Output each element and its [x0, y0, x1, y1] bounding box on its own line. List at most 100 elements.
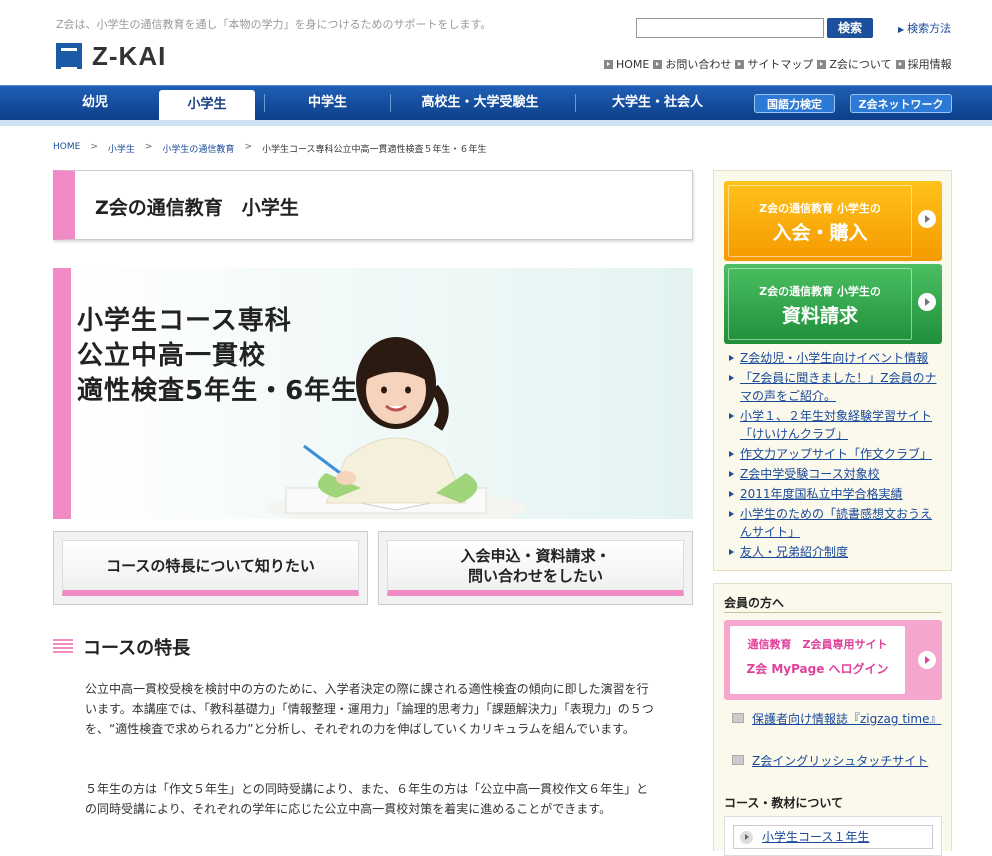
breadcrumb-separator: >: [144, 142, 153, 152]
hero-line-2: 公立中高一貫校: [77, 341, 267, 371]
sidebar-link[interactable]: Z会幼児・小学生向けイベント情報: [728, 349, 943, 367]
util-link-about[interactable]: Z会について: [817, 56, 892, 72]
document-icon: [732, 713, 744, 723]
arrow-circle-icon: [918, 651, 936, 669]
striped-marker-icon: [53, 639, 73, 655]
site-header: Z会は、小学生の通信教育を通し「本物の学力」を身につけるためのサポートをします。…: [0, 0, 992, 85]
zkai-logo[interactable]: Z-KAI: [56, 40, 206, 71]
logo-text: Z-KAI: [92, 40, 167, 71]
search-help-label: 検索方法: [907, 22, 952, 35]
section-paragraph-1: 公立中高一貫校受検を検討中の方のために、入学者決定の際に課される適性検査の傾向に…: [85, 682, 654, 736]
zigzag-link-label: 保護者向け情報誌『zigzag time』: [752, 712, 942, 726]
arrow-circle-icon: [918, 293, 936, 311]
breadcrumb: HOME > 小学生 > 小学生の通信教育 > 小学生コース専科公立中高一貫適性…: [53, 142, 487, 155]
member-panel: 会員の方へ 通信教育 Z会員専用サイト Z会 MyPage へログイン 保護者向…: [713, 583, 952, 856]
course-heading: コース・教材について: [724, 796, 844, 810]
logo-mark-icon: [56, 43, 82, 70]
mypage-caption: 通信教育 Z会員専用サイト: [747, 638, 888, 651]
arrow-circle-icon: [918, 210, 936, 228]
docs-button-face: Z会の通信教育 小学生の 資料請求: [728, 268, 912, 340]
util-link-home[interactable]: HOME: [604, 56, 649, 72]
util-link-sitemap[interactable]: サイトマップ: [735, 56, 813, 72]
gnav-item-high-school[interactable]: 高校生・大学受験生: [395, 86, 565, 120]
gnav-item-kids[interactable]: 幼児: [40, 86, 150, 120]
arrow-circle-icon: [740, 831, 753, 844]
english-touch-link-label: Z会イングリッシュタッチサイト: [752, 754, 929, 768]
mypage-button-face: 通信教育 Z会員専用サイト Z会 MyPage へログイン: [730, 626, 905, 694]
gnav-item-junior-high[interactable]: 中学生: [270, 86, 385, 120]
arrow-box-icon: [604, 59, 613, 69]
arrow-box-icon: [653, 59, 663, 69]
request-docs-button[interactable]: Z会の通信教育 小学生の 資料請求: [724, 264, 942, 344]
util-link-label: Z会について: [829, 58, 892, 71]
gnav-pill-network[interactable]: Z会ネットワーク: [850, 94, 952, 113]
sidebar-link[interactable]: 友人・兄弟紹介制度: [728, 543, 943, 561]
util-link-contact[interactable]: お問い合わせ: [653, 56, 731, 72]
sidebar-link[interactable]: Z会中学受験コース対象校: [728, 465, 943, 483]
course-list: 小学生コース１年生: [724, 816, 942, 856]
join-button-caption: Z会の通信教育 小学生の: [759, 202, 881, 215]
sidebar-panel: Z会の通信教育 小学生の 入会・購入 Z会の通信教育 小学生の 資料請求 Z会幼…: [713, 170, 952, 571]
breadcrumb-correspondence[interactable]: 小学生の通信教育: [162, 142, 234, 155]
section-title: コースの特長: [83, 638, 191, 659]
nav-divider: [575, 94, 576, 112]
apply-button[interactable]: 入会申込・資料請求・ 問い合わせをしたい: [378, 531, 693, 605]
util-link-label: HOME: [616, 57, 650, 71]
util-link-label: サイトマップ: [747, 58, 814, 71]
arrow-box-icon: [817, 59, 827, 69]
join-button-label: 入会・購入: [772, 222, 868, 244]
join-purchase-button[interactable]: Z会の通信教育 小学生の 入会・購入: [724, 181, 942, 261]
document-icon: [732, 755, 744, 765]
divider: [724, 612, 942, 613]
arrow-right-icon: ▶: [898, 25, 905, 34]
global-nav: 幼児 小学生 中学生 高校生・大学受験生 大学生・社会人 国語力検定 Z会ネット…: [0, 85, 992, 120]
mypage-label: Z会 MyPage へログイン: [746, 662, 889, 676]
hero-banner: 小学生コース専科 公立中高一貫校 適性検査5年生・6年生: [53, 268, 693, 519]
features-button[interactable]: コースの特長について知りたい: [53, 531, 368, 605]
gnav-item-elementary[interactable]: 小学生: [159, 90, 255, 120]
mypage-login-button[interactable]: 通信教育 Z会員専用サイト Z会 MyPage へログイン: [724, 620, 942, 700]
arrow-box-icon: [735, 59, 745, 69]
gnav-item-university[interactable]: 大学生・社会人: [580, 86, 735, 120]
section-paragraph-2: ５年生の方は「作文５年生」との同時受講により、また、６年生の方は「公立中高一貫校…: [85, 782, 649, 816]
search-help-link[interactable]: ▶ 検索方法: [898, 20, 951, 36]
sidebar-link[interactable]: 作文力アップサイト「作文クラブ」: [728, 445, 943, 463]
nav-divider: [264, 94, 265, 112]
girl-studying-illustration: [266, 337, 526, 519]
search-input[interactable]: [636, 18, 824, 38]
apply-button-label-1: 入会申込・資料請求・: [460, 546, 611, 565]
sidebar-link[interactable]: 小学生のための「読書感想文おうえんサイト」: [728, 505, 943, 541]
page-title-box: Z会の通信教育 小学生: [53, 170, 693, 240]
sidebar-link[interactable]: 「Z会員に聞きました！」Z会員のナマの声をご紹介。: [728, 369, 943, 405]
section-heading: コースの特長: [53, 634, 190, 660]
arrow-box-icon: [895, 59, 905, 69]
features-button-face: コースの特長について知りたい: [62, 540, 359, 596]
util-link-label: 採用情報: [907, 58, 952, 71]
util-link-recruit[interactable]: 採用情報: [895, 56, 952, 72]
member-heading: 会員の方へ: [724, 596, 785, 610]
course-item-label: 小学生コース１年生: [762, 830, 870, 844]
nav-subbar: [0, 120, 992, 126]
sidebar-link[interactable]: 小学１、２年生対象経験学習サイト「けいけんクラブ」: [728, 407, 943, 443]
join-button-face: Z会の通信教育 小学生の 入会・購入: [728, 185, 912, 257]
breadcrumb-current: 小学生コース専科公立中高一貫適性検査５年生・６年生: [261, 145, 487, 155]
hero-line-1: 小学生コース専科: [77, 306, 292, 336]
zigzag-link[interactable]: 保護者向け情報誌『zigzag time』: [732, 710, 941, 728]
util-link-label: お問い合わせ: [665, 58, 732, 71]
breadcrumb-elementary[interactable]: 小学生: [108, 142, 135, 155]
utility-links: HOME お問い合わせ サイトマップ Z会について 採用情報: [604, 56, 952, 72]
english-touch-link[interactable]: Z会イングリッシュタッチサイト: [732, 752, 937, 770]
site-tagline: Z会は、小学生の通信教育を通し「本物の学力」を身につけるためのサポートをします。: [56, 18, 492, 31]
apply-button-face: 入会申込・資料請求・ 問い合わせをしたい: [387, 540, 684, 596]
sidebar-link-list: Z会幼児・小学生向けイベント情報 「Z会員に聞きました！」Z会員のナマの声をご紹…: [728, 349, 943, 563]
apply-button-label-2: 問い合わせをしたい: [467, 566, 603, 585]
docs-button-label: 資料請求: [781, 305, 858, 327]
sidebar-link[interactable]: 2011年度国私立中学合格実績: [728, 485, 943, 503]
docs-button-caption: Z会の通信教育 小学生の: [759, 285, 881, 298]
page-title: Z会の通信教育 小学生: [95, 197, 299, 219]
breadcrumb-home[interactable]: HOME: [53, 142, 80, 155]
course-item-grade1[interactable]: 小学生コース１年生: [733, 825, 933, 849]
breadcrumb-separator: >: [90, 142, 98, 152]
search-button[interactable]: 検索: [827, 18, 873, 38]
gnav-pill-japanese-test[interactable]: 国語力検定: [754, 94, 835, 113]
